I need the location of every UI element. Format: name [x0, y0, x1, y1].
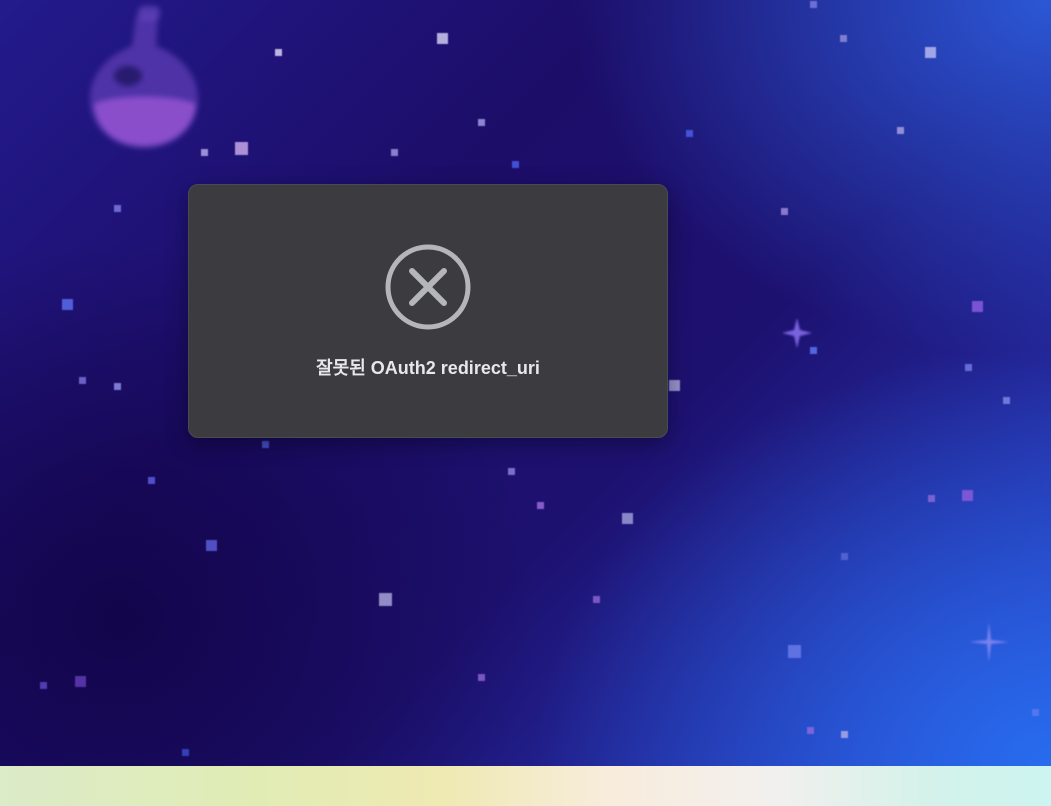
star: [378, 592, 392, 606]
star: [1031, 708, 1039, 716]
star: [113, 382, 121, 390]
sparkle-icon: [969, 622, 1009, 662]
star: [780, 207, 788, 215]
star: [964, 363, 972, 371]
star: [536, 501, 544, 509]
star: [507, 467, 515, 475]
sparkle-icon: [782, 318, 812, 348]
star: [924, 46, 936, 58]
star: [840, 730, 848, 738]
star: [511, 160, 519, 168]
star: [261, 440, 269, 448]
star: [896, 126, 904, 134]
footer-gradient-strip: [0, 766, 1051, 806]
star: [274, 48, 282, 56]
error-circle-x-icon: [385, 244, 471, 330]
star: [961, 489, 973, 501]
star: [668, 379, 680, 391]
star: [205, 539, 217, 551]
star: [113, 204, 121, 212]
star: [39, 681, 47, 689]
star: [809, 0, 817, 8]
star: [621, 512, 633, 524]
star: [436, 32, 448, 44]
star: [927, 494, 935, 502]
star: [234, 141, 248, 155]
star: [840, 552, 848, 560]
error-dialog: 잘못된 OAuth2 redirect_uri: [188, 184, 668, 438]
star: [839, 34, 847, 42]
star: [477, 673, 485, 681]
star: [147, 476, 155, 484]
star: [78, 376, 86, 384]
error-message: 잘못된 OAuth2 redirect_uri: [316, 358, 540, 378]
star: [74, 675, 86, 687]
star: [685, 129, 693, 137]
star: [390, 148, 398, 156]
star: [61, 298, 73, 310]
star: [477, 118, 485, 126]
potion-flask-icon: [90, 6, 198, 148]
star: [200, 148, 208, 156]
star: [809, 346, 817, 354]
star: [1002, 396, 1010, 404]
star: [787, 644, 801, 658]
star: [971, 300, 983, 312]
star: [806, 726, 814, 734]
star: [181, 748, 189, 756]
star: [592, 595, 600, 603]
